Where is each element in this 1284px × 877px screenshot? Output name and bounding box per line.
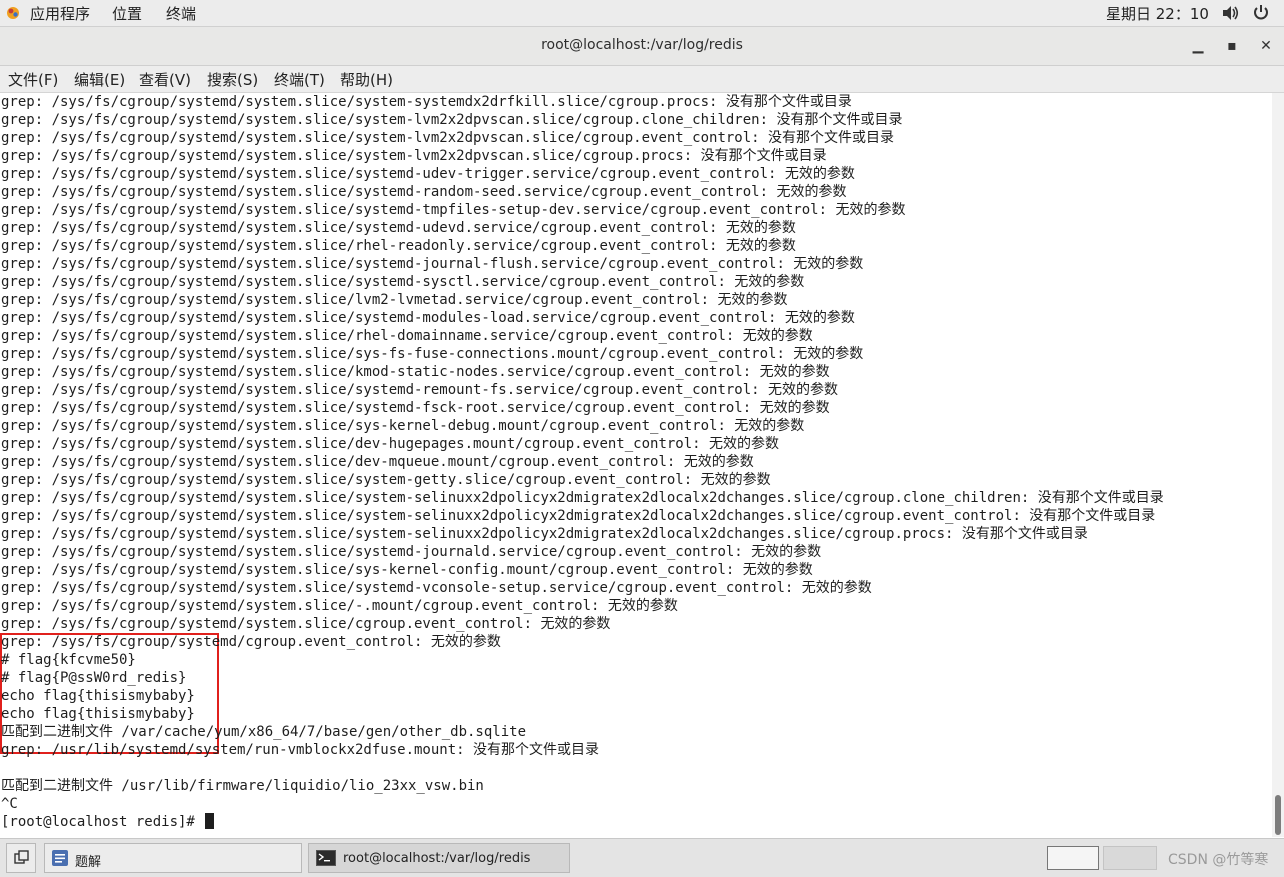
terminal-line: grep: /sys/fs/cgroup/systemd/system.slic… [1,202,906,218]
terminal-line: grep: /sys/fs/cgroup/systemd/system.slic… [1,94,852,110]
terminal-line: grep: /usr/lib/systemd/system/run-vmbloc… [1,742,600,758]
menu-search[interactable]: 搜索(S) [207,69,258,90]
workspace-2[interactable] [1103,846,1157,870]
terminal-line: grep: /sys/fs/cgroup/systemd/system.slic… [1,580,872,596]
minimize-button[interactable]: ▁ [1188,36,1208,56]
terminal-line: grep: /sys/fs/cgroup/systemd/system.slic… [1,400,830,416]
document-window-icon [52,850,68,866]
terminal-line: grep: /sys/fs/cgroup/systemd/system.slic… [1,220,796,236]
terminal-line: grep: /sys/fs/cgroup/systemd/system.slic… [1,418,805,434]
terminal-output[interactable]: grep: /sys/fs/cgroup/systemd/system.slic… [0,93,1272,837]
terminal-line: # flag{kfcvme50} [1,652,136,668]
clock[interactable]: 星期日 22：10 [1106,3,1209,24]
terminal-line: grep: /sys/fs/cgroup/systemd/system.slic… [1,256,864,272]
terminal-line: echo flag{thisismybaby} [1,688,195,704]
power-icon[interactable] [1253,4,1269,21]
close-button[interactable]: ✕ [1256,36,1276,56]
taskbar-item-label: 题解 [75,855,102,870]
terminal-icon [316,850,336,866]
window-title: root@localhost:/var/log/redis [541,37,743,53]
terminal-line: grep: /sys/fs/cgroup/systemd/system.slic… [1,598,678,614]
menu-edit[interactable]: 编辑(E) [74,69,125,90]
applications-menu[interactable]: 应用程序 [30,3,90,24]
terminal-line: grep: /sys/fs/cgroup/systemd/system.slic… [1,346,864,362]
show-desktop-button[interactable] [6,843,36,873]
text-cursor [205,813,215,829]
terminal-scrollbar[interactable] [1272,93,1284,837]
taskbar-item-terminal[interactable]: root@localhost:/var/log/redis [308,843,570,873]
terminal-line: grep: /sys/fs/cgroup/systemd/system.slic… [1,328,813,344]
terminal-app-menu[interactable]: 终端 [166,3,196,24]
terminal-line: echo flag{thisismybaby} [1,706,195,722]
system-top-bar: 应用程序 位置 终端 星期日 22：10 [0,0,1284,27]
terminal-line: grep: /sys/fs/cgroup/systemd/system.slic… [1,382,839,398]
workspace-1[interactable] [1047,846,1099,870]
terminal-line: grep: /sys/fs/cgroup/systemd/system.slic… [1,292,788,308]
terminal-line: grep: /sys/fs/cgroup/systemd/system.slic… [1,526,1088,542]
window-title-bar[interactable]: root@localhost:/var/log/redis ▁ ▪ ✕ [0,27,1284,66]
terminal-line: grep: /sys/fs/cgroup/systemd/system.slic… [1,454,754,470]
terminal-line: grep: /sys/fs/cgroup/systemd/system.slic… [1,472,771,488]
terminal-line: grep: /sys/fs/cgroup/systemd/system.slic… [1,112,903,128]
terminal-line: grep: /sys/fs/cgroup/systemd/system.slic… [1,562,813,578]
terminal-line: grep: /sys/fs/cgroup/systemd/system.slic… [1,508,1156,524]
terminal-line: 匹配到二进制文件 /usr/lib/firmware/liquidio/lio_… [1,778,484,794]
taskbar-item-label: root@localhost:/var/log/redis [343,851,531,866]
terminal-line: grep: /sys/fs/cgroup/systemd/cgroup.even… [1,634,501,650]
scrollbar-thumb[interactable] [1275,795,1281,835]
menu-help[interactable]: 帮助(H) [340,69,393,90]
terminal-line: 匹配到二进制文件 /var/cache/yum/x86_64/7/base/ge… [1,724,527,740]
taskbar: 题解 root@localhost:/var/log/redis [0,838,1284,877]
terminal-line: # flag{P@ssW0rd_redis} [1,670,187,686]
terminal-line: grep: /sys/fs/cgroup/systemd/system.slic… [1,184,847,200]
terminal-line: grep: /sys/fs/cgroup/systemd/system.slic… [1,238,796,254]
terminal-line: grep: /sys/fs/cgroup/systemd/system.slic… [1,310,855,326]
terminal-line: grep: /sys/fs/cgroup/systemd/system.slic… [1,364,830,380]
menu-bar: 文件(F) 编辑(E) 查看(V) 搜索(S) 终端(T) 帮助(H) [0,66,1284,93]
menu-file[interactable]: 文件(F) [8,69,58,90]
volume-icon[interactable] [1222,5,1240,21]
places-menu[interactable]: 位置 [112,3,142,24]
terminal-line: grep: /sys/fs/cgroup/systemd/system.slic… [1,166,855,182]
terminal-line: ^C [1,796,18,812]
terminal-line: grep: /sys/fs/cgroup/systemd/system.slic… [1,616,611,632]
terminal-line: grep: /sys/fs/cgroup/systemd/system.slic… [1,130,895,146]
terminal-line: grep: /sys/fs/cgroup/systemd/system.slic… [1,490,1164,506]
prompt-text: [root@localhost redis]# [1,814,204,830]
applications-icon [7,7,19,19]
watermark: CSDN @竹等寒 [1168,852,1269,868]
maximize-button[interactable]: ▪ [1222,36,1242,56]
taskbar-item-tijie[interactable]: 题解 [44,843,302,873]
terminal-line: grep: /sys/fs/cgroup/systemd/system.slic… [1,274,805,290]
terminal-line: grep: /sys/fs/cgroup/systemd/system.slic… [1,436,780,452]
terminal-line: grep: /sys/fs/cgroup/systemd/system.slic… [1,544,822,560]
menu-terminal[interactable]: 终端(T) [274,69,325,90]
menu-view[interactable]: 查看(V) [139,69,191,90]
show-desktop-icon [14,850,29,864]
terminal-line: grep: /sys/fs/cgroup/systemd/system.slic… [1,148,827,164]
terminal-prompt[interactable]: [root@localhost redis]# [1,813,215,831]
